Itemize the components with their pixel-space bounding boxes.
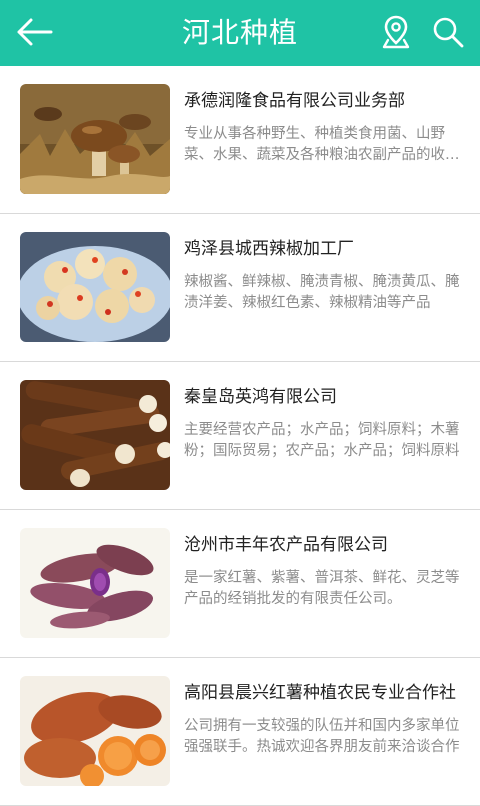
top-bar: 河北种植 (0, 0, 480, 66)
company-description: 专业从事各种野生、种植类食用菌、山野菜、水果、蔬菜及各种粮油农副产品的收购加工 (184, 126, 460, 163)
list-item[interactable]: 鸡泽县城西辣椒加工厂 辣椒酱、鲜辣椒、腌渍青椒、腌渍黄瓜、腌渍洋姜、辣椒红色素、… (0, 214, 480, 362)
company-name: 秦皇岛英鸿有限公司 (184, 387, 337, 407)
search-icon (433, 17, 464, 48)
search-button[interactable] (426, 10, 470, 54)
list-item[interactable]: 秦皇岛英鸿有限公司 主要经营农产品；水产品；饲料原料；木薯粉；国际贸易；农产品；… (0, 362, 480, 510)
location-button[interactable] (378, 10, 414, 54)
company-name: 承德润隆食品有限公司业务部 (184, 91, 405, 111)
company-description: 是一家红薯、紫薯、普洱茶、鲜花、灵芝等产品的经销批发的有限责任公司。 (184, 570, 460, 607)
company-name: 鸡泽县城西辣椒加工厂 (184, 239, 354, 259)
sweet-potato-photo (20, 676, 170, 786)
mushroom-photo (20, 84, 170, 194)
purple-sweet-potato-photo (20, 528, 170, 638)
company-name: 高阳县晨兴红薯种植农民专业合作社 (184, 683, 456, 703)
pickled-chili-photo (20, 232, 170, 342)
company-name: 沧州市丰年农产品有限公司 (184, 535, 388, 555)
cassava-photo (20, 380, 170, 490)
company-description: 公司拥有一支较强的队伍并和国内多家单位强强联手。热诚欢迎各界朋友前来洽谈合作 (184, 718, 460, 755)
list-item[interactable]: 承德润隆食品有限公司业务部 专业从事各种野生、种植类食用菌、山野菜、水果、蔬菜及… (0, 66, 480, 214)
company-list: 承德润隆食品有限公司业务部 专业从事各种野生、种植类食用菌、山野菜、水果、蔬菜及… (0, 66, 480, 806)
company-description: 辣椒酱、鲜辣椒、腌渍青椒、腌渍黄瓜、腌渍洋姜、辣椒红色素、辣椒精油等产品 (184, 274, 460, 311)
list-item[interactable]: 高阳县晨兴红薯种植农民专业合作社 公司拥有一支较强的队伍并和国内多家单位强强联手… (0, 658, 480, 806)
company-description: 主要经营农产品；水产品；饲料原料；木薯粉；国际贸易；农产品；水产品；饲料原料 (184, 422, 460, 459)
map-pin-icon (382, 15, 410, 49)
list-item[interactable]: 沧州市丰年农产品有限公司 是一家红薯、紫薯、普洱茶、鲜花、灵芝等产品的经销批发的… (0, 510, 480, 658)
